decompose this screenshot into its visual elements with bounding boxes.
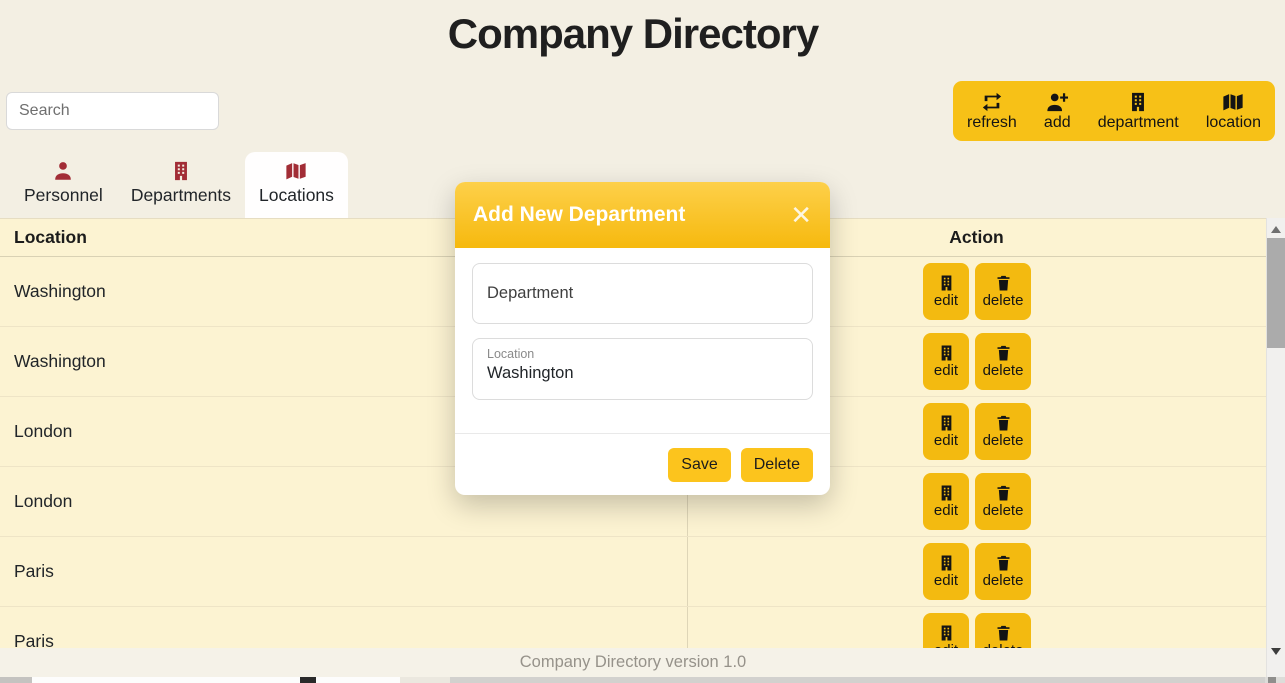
search-input[interactable] bbox=[6, 92, 219, 130]
location-field-label: Location bbox=[487, 347, 798, 362]
delete-button-label: delete bbox=[983, 503, 1024, 520]
trash-icon bbox=[994, 484, 1013, 502]
toolbar: refresh add department location bbox=[953, 81, 1275, 141]
taskbar-edge bbox=[0, 677, 1285, 683]
modal-delete-button[interactable]: Delete bbox=[741, 448, 813, 482]
add-department-modal: Add New Department ✕ Location Save Delet… bbox=[455, 182, 830, 495]
trash-icon bbox=[994, 274, 1013, 292]
building-icon bbox=[937, 344, 956, 362]
location-cell: Paris bbox=[0, 561, 687, 582]
map-icon bbox=[285, 160, 307, 182]
edit-button-label: edit bbox=[934, 363, 958, 380]
location-field-input[interactable] bbox=[487, 362, 798, 383]
taskbar-search-box-edge bbox=[32, 677, 400, 683]
scrollbar-thumb[interactable] bbox=[1267, 238, 1285, 348]
modal-title: Add New Department bbox=[473, 203, 685, 227]
department-button-label: department bbox=[1098, 114, 1179, 132]
edit-button[interactable]: edit bbox=[923, 333, 969, 390]
tab-bar: Personnel Departments Locations bbox=[10, 152, 348, 218]
modal-footer: Save Delete bbox=[455, 433, 830, 495]
person-icon bbox=[52, 160, 74, 182]
vertical-scrollbar[interactable] bbox=[1266, 218, 1285, 677]
modal-body: Location bbox=[455, 248, 830, 400]
delete-button-label: delete bbox=[983, 433, 1024, 450]
department-field[interactable] bbox=[472, 263, 813, 324]
taskbar-icon bbox=[1268, 677, 1276, 683]
edit-button-label: edit bbox=[934, 433, 958, 450]
edit-button-label: edit bbox=[934, 573, 958, 590]
refresh-button[interactable]: refresh bbox=[967, 91, 1017, 132]
edit-button[interactable]: edit bbox=[923, 403, 969, 460]
delete-button[interactable]: delete bbox=[975, 403, 1031, 460]
building-icon bbox=[937, 624, 956, 642]
page-title: Company Directory bbox=[0, 10, 1266, 58]
tab-personnel[interactable]: Personnel bbox=[10, 152, 117, 218]
tab-personnel-label: Personnel bbox=[24, 185, 103, 206]
building-icon bbox=[1126, 91, 1150, 113]
building-icon bbox=[937, 414, 956, 432]
scroll-down-arrow-icon[interactable] bbox=[1271, 648, 1281, 655]
taskbar-segment bbox=[400, 677, 450, 683]
edit-button[interactable]: edit bbox=[923, 263, 969, 320]
add-button-label: add bbox=[1044, 114, 1071, 132]
refresh-icon bbox=[980, 91, 1004, 113]
building-icon bbox=[937, 274, 956, 292]
edit-button[interactable]: edit bbox=[923, 473, 969, 530]
taskbar-segment bbox=[0, 677, 32, 683]
tab-locations[interactable]: Locations bbox=[245, 152, 348, 218]
tab-locations-label: Locations bbox=[259, 185, 334, 206]
refresh-button-label: refresh bbox=[967, 114, 1017, 132]
location-field[interactable]: Location bbox=[472, 338, 813, 400]
close-icon[interactable]: ✕ bbox=[790, 202, 812, 228]
person-add-icon bbox=[1045, 91, 1069, 113]
save-button[interactable]: Save bbox=[668, 448, 730, 482]
delete-button[interactable]: delete bbox=[975, 333, 1031, 390]
table-row: Paris edit delete bbox=[0, 537, 1266, 607]
delete-button-label: delete bbox=[983, 293, 1024, 310]
trash-icon bbox=[994, 624, 1013, 642]
location-button-label: location bbox=[1206, 114, 1261, 132]
trash-icon bbox=[994, 554, 1013, 572]
delete-button-label: delete bbox=[983, 363, 1024, 380]
action-cell: edit delete bbox=[687, 537, 1266, 606]
add-person-button[interactable]: add bbox=[1044, 91, 1071, 132]
building-icon bbox=[170, 160, 192, 182]
trash-icon bbox=[994, 344, 1013, 362]
delete-button[interactable]: delete bbox=[975, 543, 1031, 600]
edit-button-label: edit bbox=[934, 293, 958, 310]
edit-button[interactable]: edit bbox=[923, 543, 969, 600]
delete-button[interactable]: delete bbox=[975, 263, 1031, 320]
taskbar-icon bbox=[300, 677, 316, 683]
delete-button-label: delete bbox=[983, 573, 1024, 590]
company-directory-app: Company Directory refresh add department… bbox=[0, 0, 1285, 683]
tab-departments-label: Departments bbox=[131, 185, 231, 206]
edit-button-label: edit bbox=[934, 503, 958, 520]
footer-text: Company Directory version 1.0 bbox=[520, 653, 747, 672]
map-icon bbox=[1221, 91, 1245, 113]
building-icon bbox=[937, 554, 956, 572]
add-location-button[interactable]: location bbox=[1206, 91, 1261, 132]
tab-departments[interactable]: Departments bbox=[117, 152, 245, 218]
scroll-up-arrow-icon[interactable] bbox=[1271, 226, 1281, 233]
footer-bar: Company Directory version 1.0 bbox=[0, 648, 1266, 677]
trash-icon bbox=[994, 414, 1013, 432]
building-icon bbox=[937, 484, 956, 502]
modal-header: Add New Department ✕ bbox=[455, 182, 830, 248]
add-department-button[interactable]: department bbox=[1098, 91, 1179, 132]
delete-button[interactable]: delete bbox=[975, 473, 1031, 530]
